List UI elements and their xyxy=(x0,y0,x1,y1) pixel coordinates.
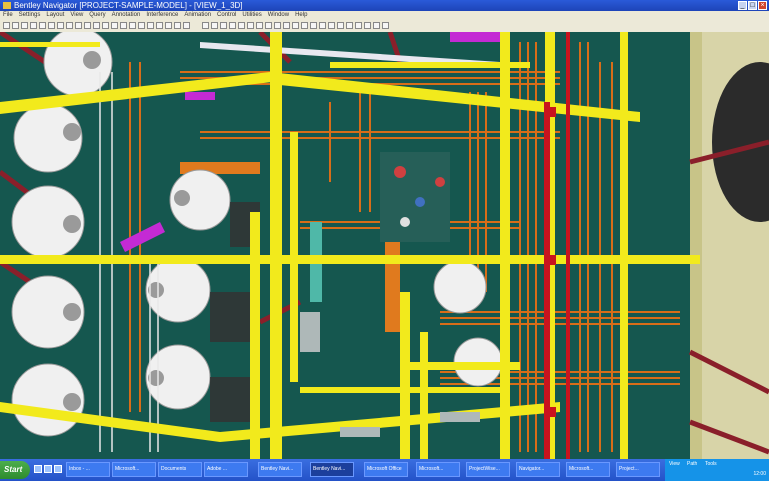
menu-query[interactable]: Query xyxy=(86,11,108,20)
toolbar-tool-button[interactable] xyxy=(310,22,317,29)
taskbar-button[interactable]: Documents xyxy=(158,462,202,477)
taskbar-button[interactable]: ProjectWise... xyxy=(466,462,510,477)
menu-settings[interactable]: Settings xyxy=(16,11,44,20)
toolbar-tool-button[interactable] xyxy=(75,22,82,29)
clock: 12:00 xyxy=(753,471,766,477)
toolbar-tool-button[interactable] xyxy=(229,22,236,29)
toolbar-tool-button[interactable] xyxy=(93,22,100,29)
toolbar-tool-button[interactable] xyxy=(256,22,263,29)
toolbar-tool-button[interactable] xyxy=(111,22,118,29)
toolbar-tool-button[interactable] xyxy=(292,22,299,29)
toolbar-tool-button[interactable] xyxy=(84,22,91,29)
toolbar-tool-button[interactable] xyxy=(183,22,190,29)
toolbar-tool-button[interactable] xyxy=(174,22,181,29)
yellow-steel-frame xyxy=(0,32,700,459)
toolbar-tool-button[interactable] xyxy=(337,22,344,29)
quicklaunch-icon[interactable] xyxy=(34,465,42,473)
toolbar-tool-button[interactable] xyxy=(57,22,64,29)
app-icon xyxy=(3,2,11,9)
taskbar-button-active[interactable]: Bentley Navi... xyxy=(310,462,354,477)
menu-control[interactable]: Control xyxy=(214,11,239,20)
toolbar-tool-button[interactable] xyxy=(165,22,172,29)
window-title: Bentley Navigator [PROJECT-SAMPLE-MODEL]… xyxy=(14,1,243,10)
tray-label[interactable]: Path xyxy=(687,461,697,467)
toolbar-tool-button[interactable] xyxy=(156,22,163,29)
menu-help[interactable]: Help xyxy=(292,11,310,20)
taskbar-button[interactable]: Microsoft... xyxy=(566,462,610,477)
menu-file[interactable]: File xyxy=(0,11,16,20)
toolbar-tool-button[interactable] xyxy=(283,22,290,29)
taskbar-button[interactable]: Navigator... xyxy=(516,462,560,477)
minimize-button[interactable]: _ xyxy=(738,1,747,10)
toolbar-tool-button[interactable] xyxy=(102,22,109,29)
start-button[interactable]: Start xyxy=(0,461,30,479)
toolbar-tool-button[interactable] xyxy=(39,22,46,29)
taskbar-button[interactable]: Microsoft Office xyxy=(364,462,408,477)
toolbar-tool-button[interactable] xyxy=(12,22,19,29)
3d-model-viewport[interactable] xyxy=(0,32,769,459)
toolbar-tool-button[interactable] xyxy=(21,22,28,29)
toolbar-tool-button[interactable] xyxy=(382,22,389,29)
toolbar-tool-button[interactable] xyxy=(48,22,55,29)
equipment-cluster xyxy=(380,152,450,242)
system-tray: View Path Tools 12:00 xyxy=(665,459,769,481)
toolbar-tool-button[interactable] xyxy=(274,22,281,29)
toolbar-tool-button[interactable] xyxy=(3,22,10,29)
tray-label[interactable]: Tools xyxy=(705,461,717,467)
taskbar-button[interactable]: Project... xyxy=(616,462,660,477)
close-button[interactable]: × xyxy=(758,1,767,10)
toolbar-tool-button[interactable] xyxy=(355,22,362,29)
menu-layout[interactable]: Layout xyxy=(43,11,67,20)
menu-view[interactable]: View xyxy=(67,11,86,20)
toolbar-tool-button[interactable] xyxy=(301,22,308,29)
taskbar-button[interactable]: Bentley Navi... xyxy=(258,462,302,477)
toolbar-tool-button[interactable] xyxy=(66,22,73,29)
taskbar-button[interactable]: Adobe ... xyxy=(204,462,248,477)
windows-taskbar: Start Inbox - ... Microsoft... Documents… xyxy=(0,459,769,481)
toolbar-tool-button[interactable] xyxy=(220,22,227,29)
menu-bar: File Settings Layout View Query Annotati… xyxy=(0,11,769,20)
menu-annotation[interactable]: Annotation xyxy=(109,11,144,20)
toolbar-tool-button[interactable] xyxy=(147,22,154,29)
toolbar-tool-button[interactable] xyxy=(120,22,127,29)
toolbar-tool-button[interactable] xyxy=(328,22,335,29)
toolbar-tool-button[interactable] xyxy=(138,22,145,29)
toolbar-tool-button[interactable] xyxy=(129,22,136,29)
taskbar-button[interactable]: Inbox - ... xyxy=(66,462,110,477)
tray-label[interactable]: View xyxy=(669,461,680,467)
menu-interference[interactable]: Interference xyxy=(143,11,181,20)
toolbar-tool-button[interactable] xyxy=(247,22,254,29)
plant-model-render xyxy=(0,32,769,459)
toolbar-tool-button[interactable] xyxy=(346,22,353,29)
toolbar-tool-button[interactable] xyxy=(364,22,371,29)
toolbar-tool-button[interactable] xyxy=(211,22,218,29)
quicklaunch-icon[interactable] xyxy=(54,465,62,473)
window-title-bar: Bentley Navigator [PROJECT-SAMPLE-MODEL]… xyxy=(0,0,769,11)
toolbar-tool-button[interactable] xyxy=(373,22,380,29)
toolbar-tool-button[interactable] xyxy=(202,22,209,29)
menu-utilities[interactable]: Utilities xyxy=(239,11,264,20)
toolbar-tool-button[interactable] xyxy=(238,22,245,29)
taskbar-button[interactable]: Microsoft... xyxy=(416,462,460,477)
toolbar-tool-button[interactable] xyxy=(265,22,272,29)
maximize-button[interactable]: □ xyxy=(748,1,757,10)
toolbar-tool-button[interactable] xyxy=(30,22,37,29)
quicklaunch-icon[interactable] xyxy=(44,465,52,473)
menu-animation[interactable]: Animation xyxy=(181,11,214,20)
wall-edge xyxy=(690,32,702,459)
toolbar-tool-button[interactable] xyxy=(319,22,326,29)
menu-window[interactable]: Window xyxy=(265,11,292,20)
taskbar-button[interactable]: Microsoft... xyxy=(112,462,156,477)
